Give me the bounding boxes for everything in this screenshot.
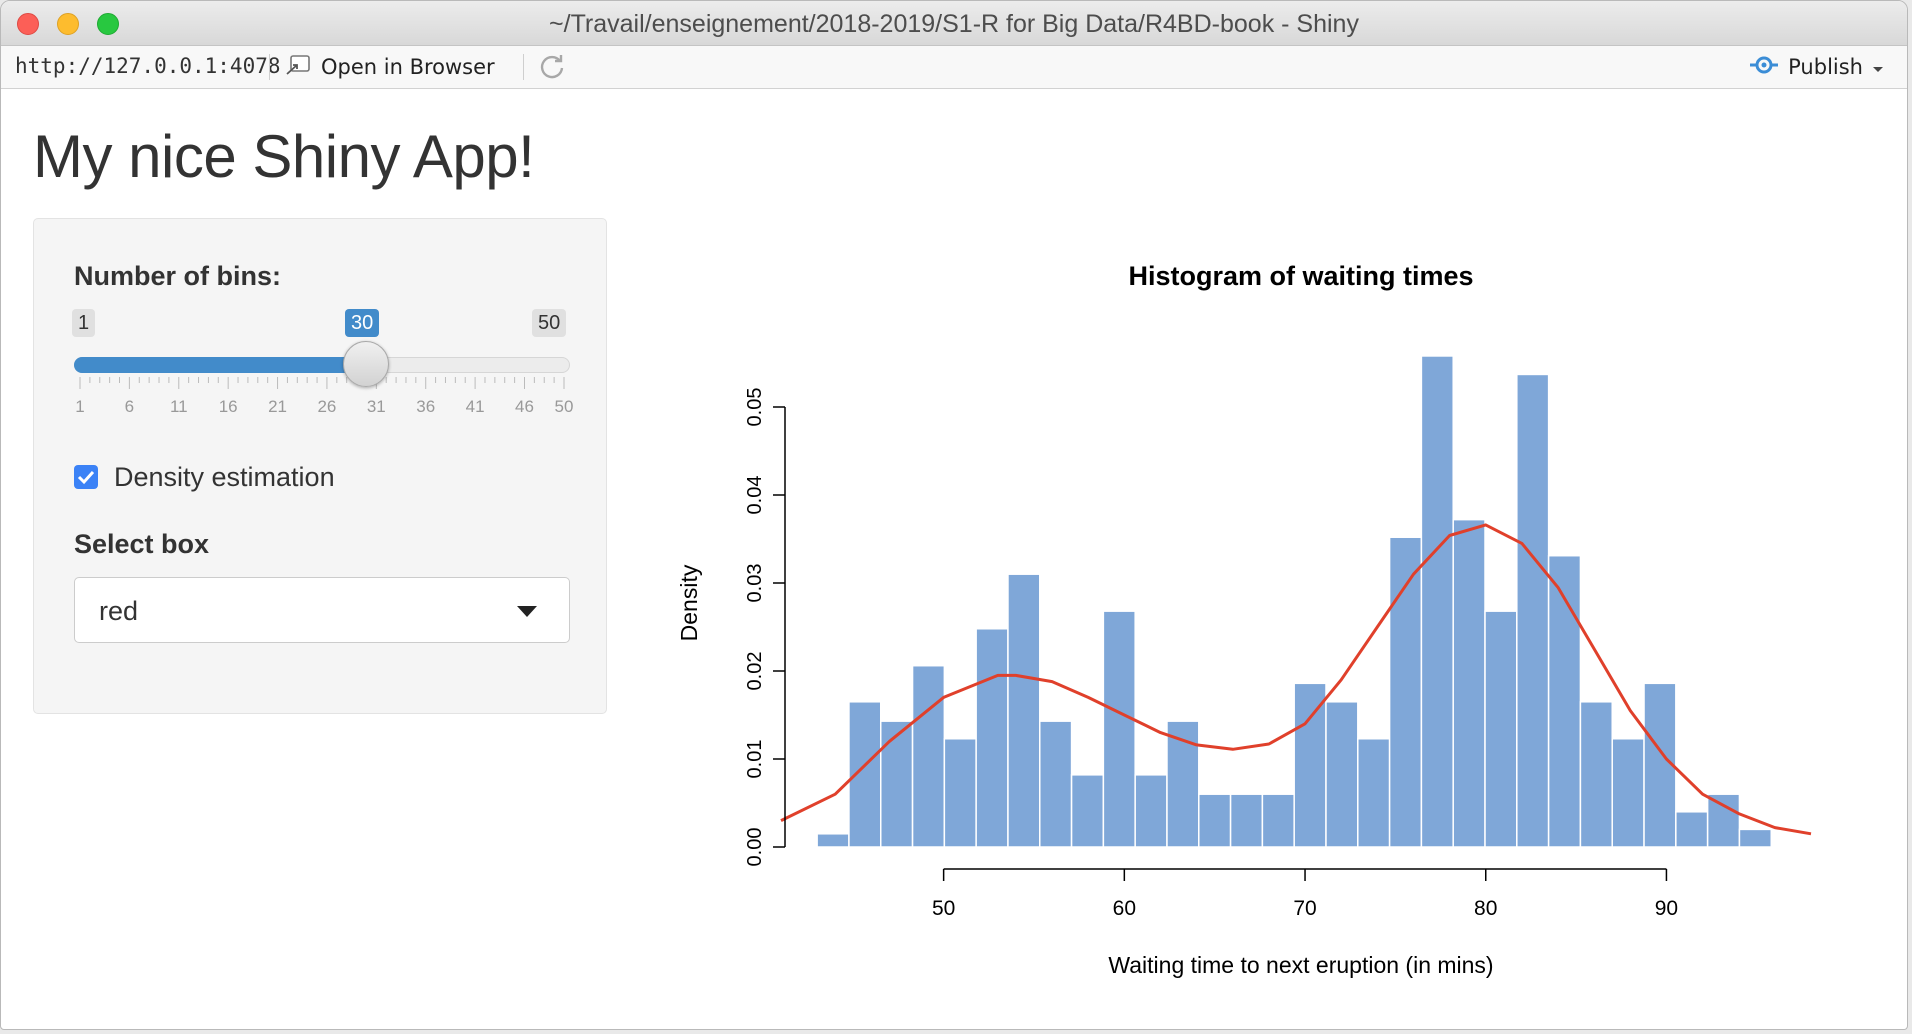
slider-grid-label: 50 (554, 397, 574, 416)
slider-grid-label: 16 (218, 397, 238, 416)
open-in-browser-label: Open in Browser (321, 55, 495, 79)
refresh-button[interactable] (537, 52, 567, 87)
histogram-bar (1198, 793, 1232, 848)
y-axis-label: Density (676, 564, 702, 641)
histogram-bar (1579, 701, 1613, 848)
slider-grid-label: 6 (124, 397, 135, 416)
histogram-bar (1293, 682, 1327, 848)
x-tick-label: 80 (1474, 897, 1497, 920)
histogram-bar (879, 720, 914, 848)
open-external-icon (285, 54, 313, 81)
histogram-bar (1357, 738, 1391, 848)
histogram-bar (1070, 774, 1105, 848)
open-in-browser-button[interactable]: Open in Browser (285, 52, 495, 82)
x-tick-label: 90 (1655, 897, 1678, 920)
histogram-bar (1420, 355, 1454, 848)
color-select[interactable]: red (74, 577, 570, 643)
slider-grid-label: 21 (268, 397, 288, 416)
app-window: ~/Travail/enseignement/2018-2019/S1-R fo… (0, 0, 1908, 1030)
histogram-bar (1675, 811, 1709, 848)
slider-grid-label: 41 (465, 397, 485, 416)
histogram-bar (1102, 610, 1136, 848)
viewer-toolbar: http://127.0.0.1:4078 Open in Browser Pu… (1, 46, 1907, 89)
slider-grid-label: 31 (366, 397, 386, 416)
histogram-bar (1325, 701, 1359, 848)
histogram-bar (1452, 518, 1486, 848)
caret-down-icon (517, 606, 537, 617)
x-tick-label: 70 (1293, 897, 1316, 920)
histogram-bar (1484, 610, 1518, 848)
url-display[interactable]: http://127.0.0.1:4078 (15, 54, 281, 78)
y-tick-label: 0.02 (744, 652, 766, 691)
density-checkbox-label: Density estimation (114, 462, 335, 492)
histogram-bar (1706, 793, 1741, 848)
slider-grid-label: 11 (169, 397, 188, 416)
histogram-bar (1261, 793, 1295, 848)
slider-grid-label: 1 (75, 397, 85, 416)
histogram-bar (943, 738, 977, 848)
chart-title: Histogram of waiting times (1128, 261, 1473, 291)
histogram-bar (1738, 828, 1772, 848)
x-tick-label: 50 (932, 897, 955, 920)
x-axis-label: Waiting time to next eruption (in mins) (1108, 952, 1493, 978)
histogram-bar (1039, 720, 1073, 848)
y-tick-label: 0.04 (744, 476, 766, 515)
select-value: red (99, 596, 139, 626)
histogram-bar (975, 628, 1009, 848)
checkmark-icon (74, 470, 98, 493)
histogram-bar (1229, 793, 1264, 848)
histogram-bar (1007, 573, 1041, 848)
y-tick-label: 0.03 (744, 564, 766, 603)
x-tick-label: 60 (1113, 897, 1136, 920)
histogram-bar (1516, 373, 1550, 848)
histogram-bar (816, 833, 850, 848)
chevron-down-icon[interactable] (1871, 55, 1885, 79)
page-title: My nice Shiny App! (33, 123, 535, 190)
slider-grid-label: 46 (515, 397, 534, 416)
window-title: ~/Travail/enseignement/2018-2019/S1-R fo… (549, 10, 1359, 38)
refresh-icon (537, 55, 567, 86)
toolbar-separator (523, 54, 524, 80)
select-box-label: Select box (74, 529, 210, 559)
slider-grid-label: 36 (416, 397, 436, 416)
publish-label: Publish (1788, 55, 1863, 79)
y-tick-label: 0.05 (744, 388, 766, 427)
y-tick-label: 0.00 (744, 828, 766, 867)
toolbar-separator (269, 54, 270, 80)
histogram-bar (911, 664, 946, 848)
publish-icon (1748, 52, 1780, 83)
publish-button[interactable]: Publish (1748, 52, 1885, 82)
sidebar-panel: Number of bins: 1 30 50 Density estimati… (33, 218, 607, 714)
histogram-bar (1134, 774, 1168, 848)
y-tick-label: 0.01 (744, 740, 766, 779)
slider-grid-label: 26 (317, 397, 337, 416)
histogram-chart: 0.00 0.01 0.02 0.03 0.04 0.05 50 60 70 80 90 Histog… (676, 261, 1812, 978)
density-checkbox[interactable] (74, 465, 98, 489)
histogram-bar (1611, 738, 1645, 848)
title-bar: ~/Travail/enseignement/2018-2019/S1-R fo… (1, 1, 1907, 46)
